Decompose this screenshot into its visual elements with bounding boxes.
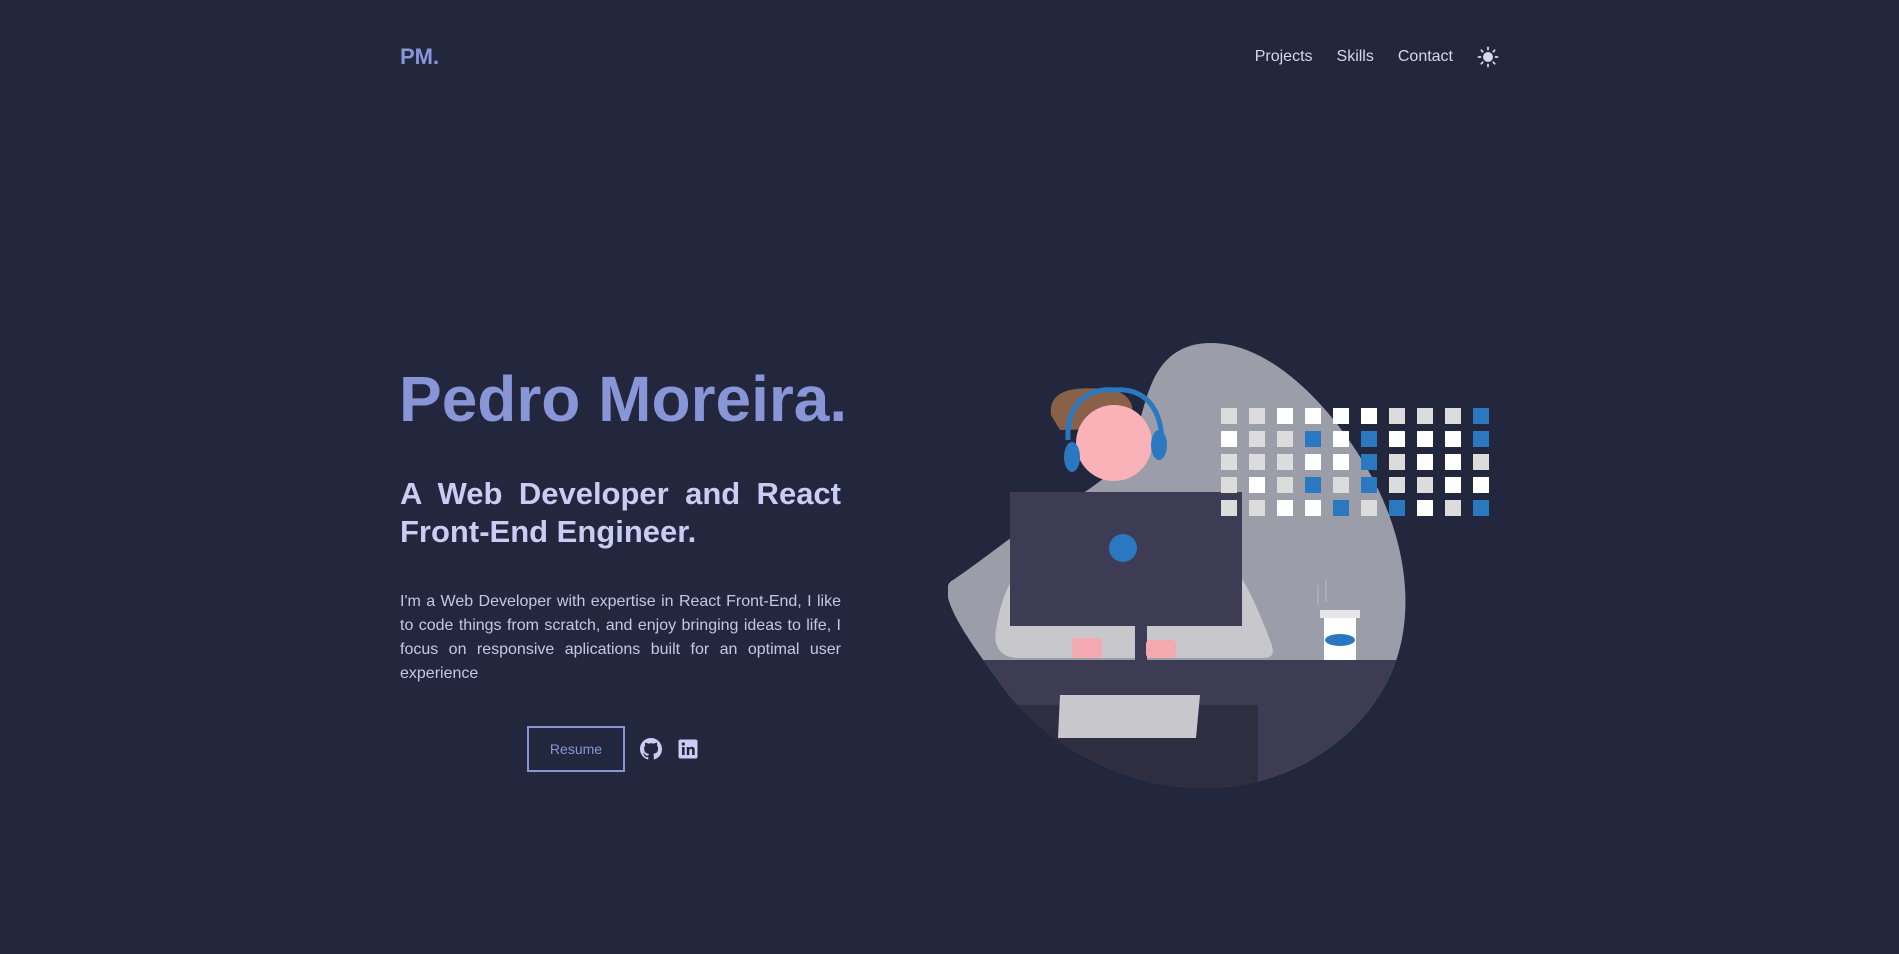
top-nav: Projects Skills Contact [1231,46,1499,68]
logo[interactable]: PM. [400,44,439,70]
resume-button[interactable]: Resume [527,726,625,772]
nav-link-skills[interactable]: Skills [1337,46,1374,68]
github-icon[interactable] [639,737,663,761]
hero-subtitle: A Web Developer and React Front-End Engi… [400,476,841,549]
nav-link-contact[interactable]: Contact [1398,46,1453,68]
linkedin-icon[interactable] [677,738,699,760]
nav-link-projects[interactable]: Projects [1255,46,1313,68]
developer-illustration [948,343,1489,789]
sun-icon[interactable] [1477,46,1499,68]
hero-name: Pedro Moreira. [399,363,848,435]
hero-description: I'm a Web Developer with expertise in Re… [400,593,841,682]
hero-actions: Resume [527,726,699,772]
